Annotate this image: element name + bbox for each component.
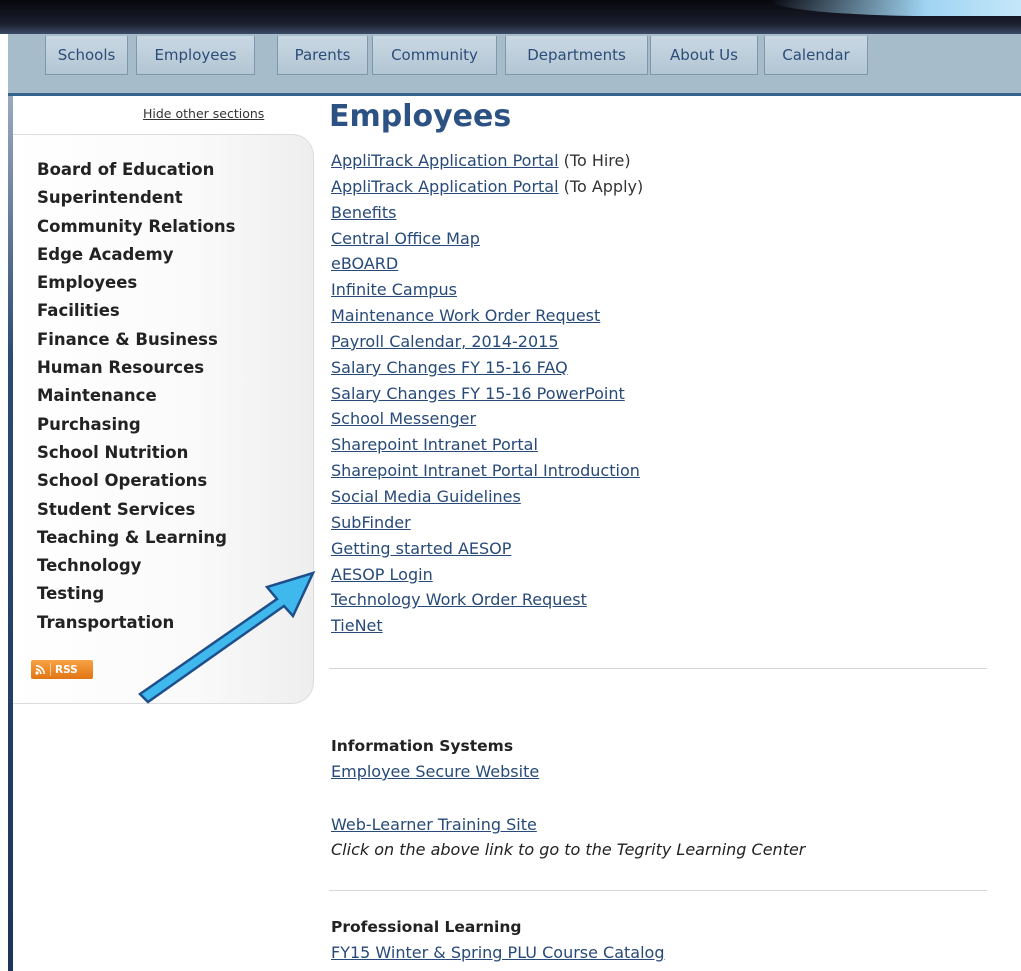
getting-started-aesop-link[interactable]: Getting started AESOP: [331, 539, 511, 558]
sidebar-item-teaching-learning[interactable]: Teaching & Learning: [37, 526, 236, 554]
sidebar-item-facilities[interactable]: Facilities: [37, 299, 236, 327]
sidebar-item-school-operations[interactable]: School Operations: [37, 469, 236, 497]
tegrity-note: Click on the above link to go to the Teg…: [331, 840, 806, 859]
list-item: Payroll Calendar, 2014-2015: [331, 330, 643, 356]
nav-tab-calendar[interactable]: Calendar: [764, 36, 868, 75]
rss-label: RSS: [55, 663, 78, 676]
web-learner-training-link[interactable]: Web-Learner Training Site: [331, 815, 537, 834]
top-header-bar: [0, 0, 1021, 34]
applitrack-apply-link[interactable]: AppliTrack Application Portal: [331, 177, 559, 196]
list-item: Maintenance Work Order Request: [331, 304, 643, 330]
plu-course-catalog-link[interactable]: FY15 Winter & Spring PLU Course Catalog: [331, 943, 665, 962]
list-item: Getting started AESOP: [331, 537, 643, 563]
section-divider: [329, 890, 987, 891]
rss-icon: [35, 665, 45, 675]
hide-other-sections-link[interactable]: Hide other sections: [143, 106, 264, 121]
nav-tab-about-us[interactable]: About Us: [650, 36, 758, 75]
subfinder-link[interactable]: SubFinder: [331, 513, 411, 532]
employee-links-list: AppliTrack Application Portal (To Hire) …: [331, 149, 643, 640]
sidebar-item-superintendent[interactable]: Superintendent: [37, 186, 236, 214]
list-item: Central Office Map: [331, 227, 643, 253]
benefits-link[interactable]: Benefits: [331, 203, 397, 222]
list-item: AESOP Login: [331, 563, 643, 589]
link-note: (To Hire): [558, 151, 631, 170]
infinite-campus-link[interactable]: Infinite Campus: [331, 280, 457, 299]
list-item: Sharepoint Intranet Portal Introduction: [331, 459, 643, 485]
sidebar-item-student-services[interactable]: Student Services: [37, 498, 236, 526]
section-divider: [329, 668, 987, 669]
school-messenger-link[interactable]: School Messenger: [331, 409, 476, 428]
sidebar-item-edge-academy[interactable]: Edge Academy: [37, 243, 236, 271]
list-item: Infinite Campus: [331, 278, 643, 304]
eboard-link[interactable]: eBOARD: [331, 254, 398, 273]
sidebar-item-board-of-education[interactable]: Board of Education: [37, 158, 236, 186]
sidebar-item-purchasing[interactable]: Purchasing: [37, 413, 236, 441]
social-media-guidelines-link[interactable]: Social Media Guidelines: [331, 487, 521, 506]
list-item: School Messenger: [331, 407, 643, 433]
list-item: TieNet: [331, 614, 643, 640]
list-item: AppliTrack Application Portal (To Hire): [331, 149, 643, 175]
sharepoint-introduction-link[interactable]: Sharepoint Intranet Portal Introduction: [331, 461, 640, 480]
sidebar-item-community-relations[interactable]: Community Relations: [37, 215, 236, 243]
list-item: Salary Changes FY 15-16 PowerPoint: [331, 382, 643, 408]
link-note: (To Apply): [558, 176, 644, 196]
sidebar-item-maintenance[interactable]: Maintenance: [37, 384, 236, 412]
sidebar-menu: Board of Education Superintendent Commun…: [37, 158, 236, 639]
page-title: Employees: [329, 99, 512, 134]
list-item: Technology Work Order Request: [331, 588, 643, 614]
sidebar-item-school-nutrition[interactable]: School Nutrition: [37, 441, 236, 469]
employee-secure-website-link[interactable]: Employee Secure Website: [331, 762, 539, 781]
list-item: Social Media Guidelines: [331, 485, 643, 511]
sidebar-item-employees[interactable]: Employees: [37, 271, 236, 299]
sidebar-item-finance-business[interactable]: Finance & Business: [37, 328, 236, 356]
main-navigation: Schools Employees Parents Community Depa…: [8, 34, 1021, 96]
list-item: Sharepoint Intranet Portal: [331, 433, 643, 459]
applitrack-hire-link[interactable]: AppliTrack Application Portal: [331, 151, 559, 170]
sidebar-item-human-resources[interactable]: Human Resources: [37, 356, 236, 384]
annotation-arrow-icon: [138, 570, 316, 704]
aesop-login-link[interactable]: AESOP Login: [331, 565, 433, 584]
list-item: AppliTrack Application Portal (To Apply): [331, 175, 643, 201]
maintenance-work-order-link[interactable]: Maintenance Work Order Request: [331, 306, 600, 325]
header-swoosh-decoration: [770, 0, 1021, 16]
nav-tab-employees[interactable]: Employees: [136, 36, 255, 75]
nav-tab-departments[interactable]: Departments: [505, 36, 648, 75]
sharepoint-portal-link[interactable]: Sharepoint Intranet Portal: [331, 435, 538, 454]
nav-tab-parents[interactable]: Parents: [277, 36, 368, 75]
nav-tab-community[interactable]: Community: [372, 36, 497, 75]
information-systems-heading: Information Systems: [331, 737, 514, 755]
salary-changes-powerpoint-link[interactable]: Salary Changes FY 15-16 PowerPoint: [331, 384, 625, 403]
professional-learning-heading: Professional Learning: [331, 918, 522, 936]
nav-tab-schools[interactable]: Schools: [45, 36, 128, 75]
list-item: eBOARD: [331, 252, 643, 278]
list-item: Salary Changes FY 15-16 FAQ: [331, 356, 643, 382]
rss-button[interactable]: RSS: [31, 660, 93, 679]
payroll-calendar-link[interactable]: Payroll Calendar, 2014-2015: [331, 332, 559, 351]
technology-work-order-link[interactable]: Technology Work Order Request: [331, 590, 587, 609]
salary-changes-faq-link[interactable]: Salary Changes FY 15-16 FAQ: [331, 358, 568, 377]
tienet-link[interactable]: TieNet: [331, 616, 383, 635]
list-item: Benefits: [331, 201, 643, 227]
list-item: SubFinder: [331, 511, 643, 537]
central-office-map-link[interactable]: Central Office Map: [331, 229, 480, 248]
